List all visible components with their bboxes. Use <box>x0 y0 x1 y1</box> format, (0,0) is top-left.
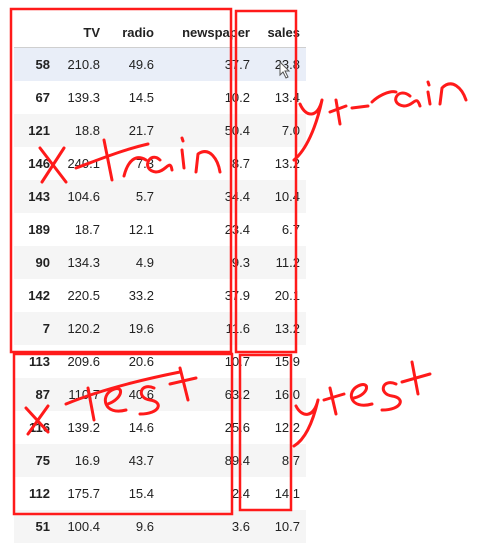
x-train-scribble <box>40 138 220 182</box>
y-test-scribble <box>294 362 430 446</box>
x-test-box <box>14 354 232 514</box>
y-test-box <box>240 355 291 510</box>
mouse-cursor-icon <box>279 61 291 79</box>
x-test-scribble <box>26 368 196 434</box>
y-train-scribble <box>294 82 466 160</box>
notebook-output: TV radio newspaper sales 58210.849.637.7… <box>0 0 477 516</box>
handwritten-annotations <box>0 0 477 516</box>
